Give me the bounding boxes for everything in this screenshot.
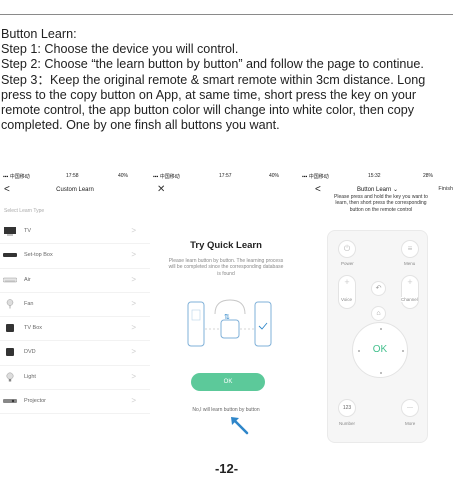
chevron-right-icon: > — [131, 250, 136, 260]
instructions: Button Learn: Step 1: Choose the device … — [1, 27, 451, 133]
back-button[interactable]: ↶ — [371, 281, 386, 296]
ok-button[interactable]: OK — [353, 344, 407, 355]
chevron-right-icon: > — [131, 323, 136, 333]
device-label: Fan — [24, 300, 34, 307]
status-time: 17:57 — [219, 173, 232, 179]
home-icon: ⌂ — [376, 310, 381, 317]
page-number: -12- — [214, 461, 239, 476]
svg-text:⇅: ⇅ — [224, 314, 230, 321]
quick-learn-description: Please learn button by button. The learn… — [168, 258, 284, 277]
voice-label: Voice — [341, 297, 353, 302]
power-icon: ⏻ — [343, 244, 351, 253]
pointer-arrow-icon — [231, 417, 249, 435]
channel-label: Channel — [401, 297, 418, 302]
power-label: Power — [341, 261, 354, 266]
device-item-projector[interactable]: Projector > — [0, 390, 150, 415]
screen-subtitle: Select Learn Type — [4, 208, 45, 214]
signal-carrier: ▪▪▪ 中国移动 — [153, 174, 180, 180]
learn-button-by-button-link[interactable]: No,I will learn button by button — [150, 407, 302, 413]
phone-button-learn: ▪▪▪ 中国移动 15:32 28% < Button Learn ⌄ Fini… — [302, 172, 453, 452]
device-label: Light — [24, 373, 36, 380]
menu-icon: ≡ — [407, 244, 413, 253]
device-type-list: TV > Set-top Box > Air > Fan > TV Box > … — [0, 220, 150, 415]
chevron-right-icon: > — [131, 274, 136, 284]
status-bar: ▪▪▪ 中国移动 17:58 40% — [0, 172, 150, 182]
close-icon[interactable]: ✕ — [157, 184, 165, 195]
device-item-tv[interactable]: TV > — [0, 220, 150, 245]
screen-title: Custom Learn — [56, 187, 94, 193]
set-top-box-icon — [3, 253, 17, 258]
projector-icon — [3, 399, 17, 404]
channel-up-icon[interactable]: + — [402, 277, 418, 287]
device-label: TV Box — [24, 325, 43, 332]
device-item-tv-box[interactable]: TV Box > — [0, 317, 150, 342]
dpad-down-dot[interactable] — [380, 372, 382, 374]
virtual-remote: ⏻ Power ≡ Menu + − Voice + − Channel ↶ ⌂… — [327, 230, 428, 443]
more-button[interactable]: ··· — [401, 399, 419, 417]
status-bar: ▪▪▪ 中国移动 15:32 28% — [302, 172, 453, 182]
signal-carrier: ▪▪▪ 中国移动 — [302, 174, 329, 180]
device-label: Air — [24, 276, 31, 283]
top-divider — [0, 14, 453, 15]
battery-level: 40% — [269, 173, 280, 179]
phone-quick-learn: ▪▪▪ 中国移动 17:57 40% ✕ Try Quick Learn Ple… — [150, 172, 302, 452]
instructions-step-2: Step 2: Choose “the learn button by butt… — [1, 57, 424, 72]
tv-icon — [4, 227, 16, 236]
remote-sync-illustration: ⇅ — [187, 299, 272, 347]
chevron-right-icon: > — [131, 226, 136, 235]
device-item-light[interactable]: Light > — [0, 366, 150, 391]
number-button[interactable]: 123 — [338, 399, 356, 417]
home-button[interactable]: ⌂ — [371, 306, 386, 321]
battery-level: 40% — [118, 173, 129, 179]
device-label: Set-top Box — [24, 252, 53, 259]
tv-box-icon — [6, 324, 14, 333]
instructions-step-1: Step 1: Choose the device you will contr… — [1, 42, 239, 57]
voice-rocker[interactable]: + − — [338, 275, 356, 309]
device-item-fan[interactable]: Fan > — [0, 293, 150, 318]
chevron-right-icon: > — [131, 371, 136, 381]
instructions-heading: Button Learn: — [1, 27, 77, 41]
chevron-right-icon: > — [131, 298, 136, 308]
ok-button[interactable]: OK — [191, 373, 265, 391]
more-label: More — [405, 421, 416, 426]
chevron-right-icon: > — [131, 396, 136, 406]
number-label: Number — [339, 421, 356, 426]
direction-pad[interactable]: OK — [352, 322, 408, 378]
status-time: 15:32 — [368, 173, 381, 179]
finish-button[interactable]: Finish — [438, 186, 453, 192]
screen-title[interactable]: Button Learn ⌄ — [302, 186, 453, 193]
device-label: TV — [24, 228, 32, 234]
fan-icon — [6, 299, 14, 309]
device-item-air[interactable]: Air > — [0, 269, 150, 293]
menu-button[interactable]: ≡ — [401, 240, 419, 258]
battery-level: 28% — [423, 173, 434, 179]
status-time: 17:58 — [66, 173, 79, 179]
device-item-set-top-box[interactable]: Set-top Box > — [0, 244, 150, 269]
device-label: DVD — [24, 349, 36, 356]
channel-rocker[interactable]: + − — [401, 275, 419, 309]
quick-learn-heading: Try Quick Learn — [190, 240, 262, 251]
dvd-icon — [6, 348, 14, 357]
phone-custom-learn: ▪▪▪ 中国移动 17:58 40% < Custom Learn Select… — [0, 172, 150, 452]
dpad-up-dot[interactable] — [380, 328, 382, 330]
menu-label: Menu — [404, 261, 416, 266]
status-bar: ▪▪▪ 中国移动 17:57 40% — [150, 172, 302, 182]
signal-carrier: ▪▪▪ 中国移动 — [3, 174, 30, 180]
air-conditioner-icon — [3, 277, 17, 282]
light-bulb-icon — [6, 372, 14, 382]
power-button[interactable]: ⏻ — [338, 240, 356, 258]
device-item-dvd[interactable]: DVD > — [0, 341, 150, 366]
volume-up-icon[interactable]: + — [339, 277, 355, 287]
instructions-step-3: Step 3：Keep the original remote & smart … — [1, 72, 426, 133]
device-label: Projector — [24, 398, 47, 405]
return-arrow-icon: ↶ — [375, 285, 382, 292]
learn-hint: Please press and hold the key you want t… — [334, 194, 428, 213]
chevron-right-icon: > — [131, 347, 136, 357]
